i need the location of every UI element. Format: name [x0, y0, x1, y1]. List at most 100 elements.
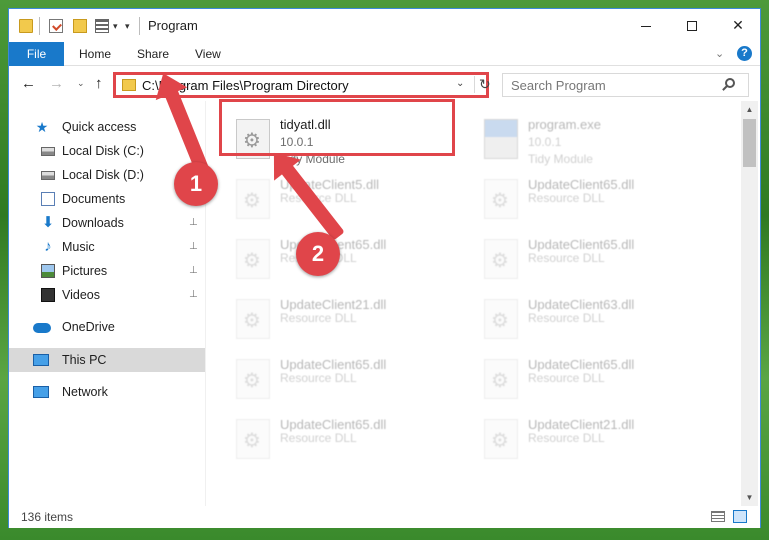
up-button[interactable]: ↑	[95, 75, 103, 92]
sidebar-item-onedrive[interactable]: OneDrive	[9, 315, 205, 339]
sidebar-item-label: Network	[62, 385, 108, 399]
sidebar-item-pictures[interactable]: Pictures ⊥	[9, 259, 205, 283]
scroll-thumb[interactable]	[743, 119, 756, 167]
pc-icon	[33, 354, 49, 366]
file-tile[interactable]: UpdateClient65.dll Resource DLL	[478, 171, 718, 227]
pictures-icon	[41, 264, 55, 278]
file-version: 10.0.1	[528, 135, 562, 149]
new-folder-icon[interactable]	[73, 19, 87, 33]
explorer-window: ▾ ▾ Program ✕ File Home Share View ⌄ ? ←…	[8, 8, 761, 528]
tab-home[interactable]: Home	[79, 42, 111, 66]
sidebar-item-label: Quick access	[62, 120, 137, 134]
file-description: Resource DLL	[528, 431, 605, 445]
file-name: UpdateClient21.dll	[280, 297, 387, 312]
sidebar-item-label: This PC	[62, 353, 107, 367]
title-bar: ▾ ▾ Program ✕	[9, 9, 760, 42]
recent-locations-button[interactable]: ⌄	[77, 78, 85, 89]
dll-file-icon	[484, 179, 518, 219]
file-description: Resource DLL	[528, 191, 605, 205]
vertical-scrollbar[interactable]: ▲ ▼	[741, 101, 758, 506]
file-highlight-box	[219, 99, 455, 156]
status-bar: 136 items	[9, 506, 760, 528]
file-description: Resource DLL	[528, 251, 605, 265]
pin-icon[interactable]: ⊥	[189, 211, 198, 235]
file-tile[interactable]: UpdateClient21.dll Resource DLL	[478, 411, 718, 467]
navigation-bar: ← → ⌄ ↑ C:\Program Files\Program Directo…	[9, 67, 760, 101]
file-name: UpdateClient63.dll	[528, 297, 635, 312]
large-icons-view-icon[interactable]	[733, 510, 747, 523]
details-view-icon[interactable]	[711, 511, 725, 522]
dll-file-icon	[484, 359, 518, 399]
file-tile[interactable]: UpdateClient65.dll Resource DLL	[230, 231, 470, 287]
file-tile[interactable]: UpdateClient65.dll Resource DLL	[230, 411, 470, 467]
file-tile[interactable]: UpdateClient65.dll Resource DLL	[478, 351, 718, 407]
pin-icon[interactable]: ⊥	[189, 235, 198, 259]
file-name: UpdateClient65.dll	[528, 237, 635, 252]
tab-view[interactable]: View	[195, 42, 221, 66]
sidebar-item-downloads[interactable]: ⬇ Downloads ⊥	[9, 211, 205, 235]
navigation-pane: ★ Quick access Local Disk (C:) ⊥ Local D…	[9, 101, 205, 506]
dll-file-icon	[484, 299, 518, 339]
disk-icon	[41, 171, 55, 180]
search-input[interactable]	[503, 74, 718, 96]
file-tile[interactable]: UpdateClient21.dll Resource DLL	[230, 291, 470, 347]
sidebar-item-network[interactable]: Network	[9, 380, 205, 404]
properties-icon[interactable]	[49, 19, 63, 33]
view-icon[interactable]	[95, 19, 109, 33]
scroll-down-button[interactable]: ▼	[741, 489, 758, 506]
chevron-down-icon[interactable]: ▾	[113, 21, 118, 32]
folder-icon	[122, 79, 136, 91]
file-tile[interactable]: UpdateClient63.dll Resource DLL	[478, 291, 718, 347]
dll-file-icon	[236, 359, 270, 399]
refresh-button[interactable]: ↻	[474, 76, 491, 93]
sidebar-item-local-disk-c[interactable]: Local Disk (C:) ⊥	[9, 139, 205, 163]
file-tile[interactable]: UpdateClient5.dll Resource DLL	[230, 171, 470, 227]
file-name: UpdateClient65.dll	[280, 417, 387, 432]
maximize-icon	[687, 21, 697, 32]
ribbon-tabs: File Home Share View ⌄ ?	[9, 42, 760, 66]
forward-button[interactable]: →	[49, 75, 64, 92]
sidebar-item-this-pc[interactable]: This PC	[9, 348, 205, 372]
step-badge-1: 1	[174, 162, 218, 206]
close-button[interactable]: ✕	[715, 9, 761, 41]
back-button[interactable]: ←	[21, 75, 36, 92]
expand-ribbon-icon[interactable]: ⌄	[715, 47, 724, 60]
folder-icon[interactable]	[19, 19, 33, 33]
minimize-button[interactable]	[623, 9, 669, 41]
file-description: Resource DLL	[280, 311, 357, 325]
search-icon[interactable]	[725, 78, 735, 88]
sidebar-item-label: Music	[62, 240, 95, 254]
file-description: Resource DLL	[280, 431, 357, 445]
file-name: program.exe	[528, 117, 601, 132]
help-icon[interactable]: ?	[737, 46, 752, 61]
search-box[interactable]	[502, 73, 749, 97]
sidebar-item-label: Local Disk (C:)	[62, 144, 144, 158]
sidebar-item-label: OneDrive	[62, 320, 115, 334]
file-tile[interactable]: UpdateClient65.dll Resource DLL	[230, 351, 470, 407]
tab-share[interactable]: Share	[137, 42, 169, 66]
window-title: Program	[148, 18, 198, 33]
videos-icon	[41, 288, 55, 302]
download-icon: ⬇	[41, 214, 55, 231]
music-icon: ♪	[44, 238, 52, 255]
maximize-button[interactable]	[669, 9, 715, 41]
star-icon: ★	[35, 119, 49, 135]
dll-file-icon	[236, 179, 270, 219]
file-name: UpdateClient65.dll	[528, 177, 635, 192]
disk-icon	[41, 147, 55, 156]
file-tile[interactable]: UpdateClient65.dll Resource DLL	[478, 231, 718, 287]
minimize-icon	[641, 25, 651, 27]
pin-icon[interactable]: ⊥	[189, 283, 198, 307]
tab-file[interactable]: File	[9, 42, 64, 66]
divider	[139, 17, 140, 35]
sidebar-item-label: Pictures	[62, 264, 108, 278]
scroll-up-button[interactable]: ▲	[741, 101, 758, 118]
customize-quick-access-icon[interactable]: ▾	[125, 21, 130, 32]
file-tile-program[interactable]: program.exe 10.0.1 Tidy Module	[478, 111, 718, 167]
sidebar-item-videos[interactable]: Videos ⊥	[9, 283, 205, 307]
pin-icon[interactable]: ⊥	[189, 259, 198, 283]
exe-file-icon	[484, 119, 518, 159]
item-count: 136 items	[21, 510, 74, 524]
address-dropdown-button[interactable]: ⌄	[456, 78, 464, 89]
sidebar-item-music[interactable]: ♪ Music ⊥	[9, 235, 205, 259]
